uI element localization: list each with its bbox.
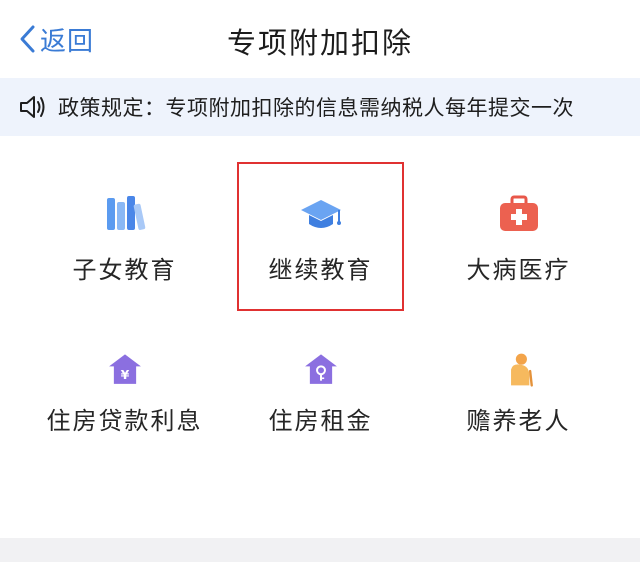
elderly-person-icon (510, 353, 533, 387)
category-grid: 子女教育 继续教育 大病医疗 ¥ 住房贷款利息 住房租金 赡养老人 (0, 136, 640, 536)
notice-text: 政策规定：专项附加扣除的信息需纳税人每年提交一次 (58, 96, 574, 120)
policy-notice: 政策规定：专项附加扣除的信息需纳税人每年提交一次 (0, 78, 640, 136)
house-yen-icon: ¥ (108, 354, 141, 384)
category-continuing-education[interactable]: 继续教育 (214, 136, 427, 286)
category-elderly-support[interactable]: 赡养老人 (412, 286, 625, 436)
svg-text:¥: ¥ (120, 367, 129, 382)
category-children-education[interactable]: 子女教育 (18, 136, 231, 286)
category-label: 赡养老人 (466, 407, 571, 435)
medical-kit-icon (499, 195, 538, 231)
category-housing-rent[interactable]: 住房租金 (214, 286, 427, 436)
category-label: 大病医疗 (466, 256, 571, 284)
category-serious-illness-medical[interactable]: 大病医疗 (412, 136, 625, 286)
graduation-cap-icon (300, 200, 341, 228)
page-title: 专项附加扣除 (226, 26, 413, 60)
speaker-icon (20, 96, 45, 118)
category-label: 住房租金 (268, 407, 373, 435)
nav-bar: 返回 专项附加扣除 (0, 0, 640, 78)
category-label: 住房贷款利息 (46, 407, 203, 435)
books-icon (106, 196, 145, 230)
category-label: 子女教育 (72, 256, 177, 284)
category-housing-loan-interest[interactable]: ¥ 住房贷款利息 (18, 286, 231, 436)
bottom-divider (0, 538, 640, 562)
house-key-icon (304, 354, 337, 384)
category-label: 继续教育 (268, 256, 373, 284)
